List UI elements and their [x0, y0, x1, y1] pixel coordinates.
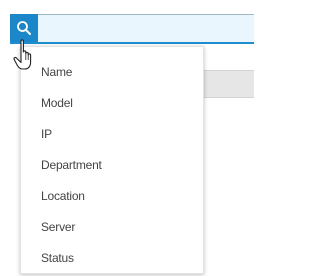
menu-item-department[interactable]: Department — [21, 150, 203, 180]
menu-item-ip[interactable]: IP — [21, 119, 203, 149]
menu-item-status[interactable]: Status — [21, 243, 203, 273]
menu-item-label: Location — [41, 189, 85, 203]
search-bar-border — [10, 14, 254, 15]
menu-item-location[interactable]: Location — [21, 181, 203, 211]
search-input[interactable] — [40, 16, 250, 42]
hand-pointer-icon — [13, 39, 32, 70]
menu-item-label: Model — [41, 96, 73, 110]
menu-item-label: Status — [41, 251, 74, 265]
menu-item-label: Server — [41, 220, 76, 234]
menu-item-label: Department — [41, 158, 102, 172]
search-bar — [10, 14, 254, 44]
menu-item-name[interactable]: Name — [21, 57, 203, 87]
stage: Name Model IP Department Location Server… — [0, 0, 254, 276]
menu-item-label: IP — [41, 127, 52, 141]
search-icon — [17, 21, 31, 35]
menu-item-model[interactable]: Model — [21, 88, 203, 118]
menu-item-label: Name — [41, 65, 73, 79]
table-header-strip — [204, 70, 254, 98]
search-field-dropdown: Name Model IP Department Location Server… — [20, 46, 204, 274]
menu-item-server[interactable]: Server — [21, 212, 203, 242]
